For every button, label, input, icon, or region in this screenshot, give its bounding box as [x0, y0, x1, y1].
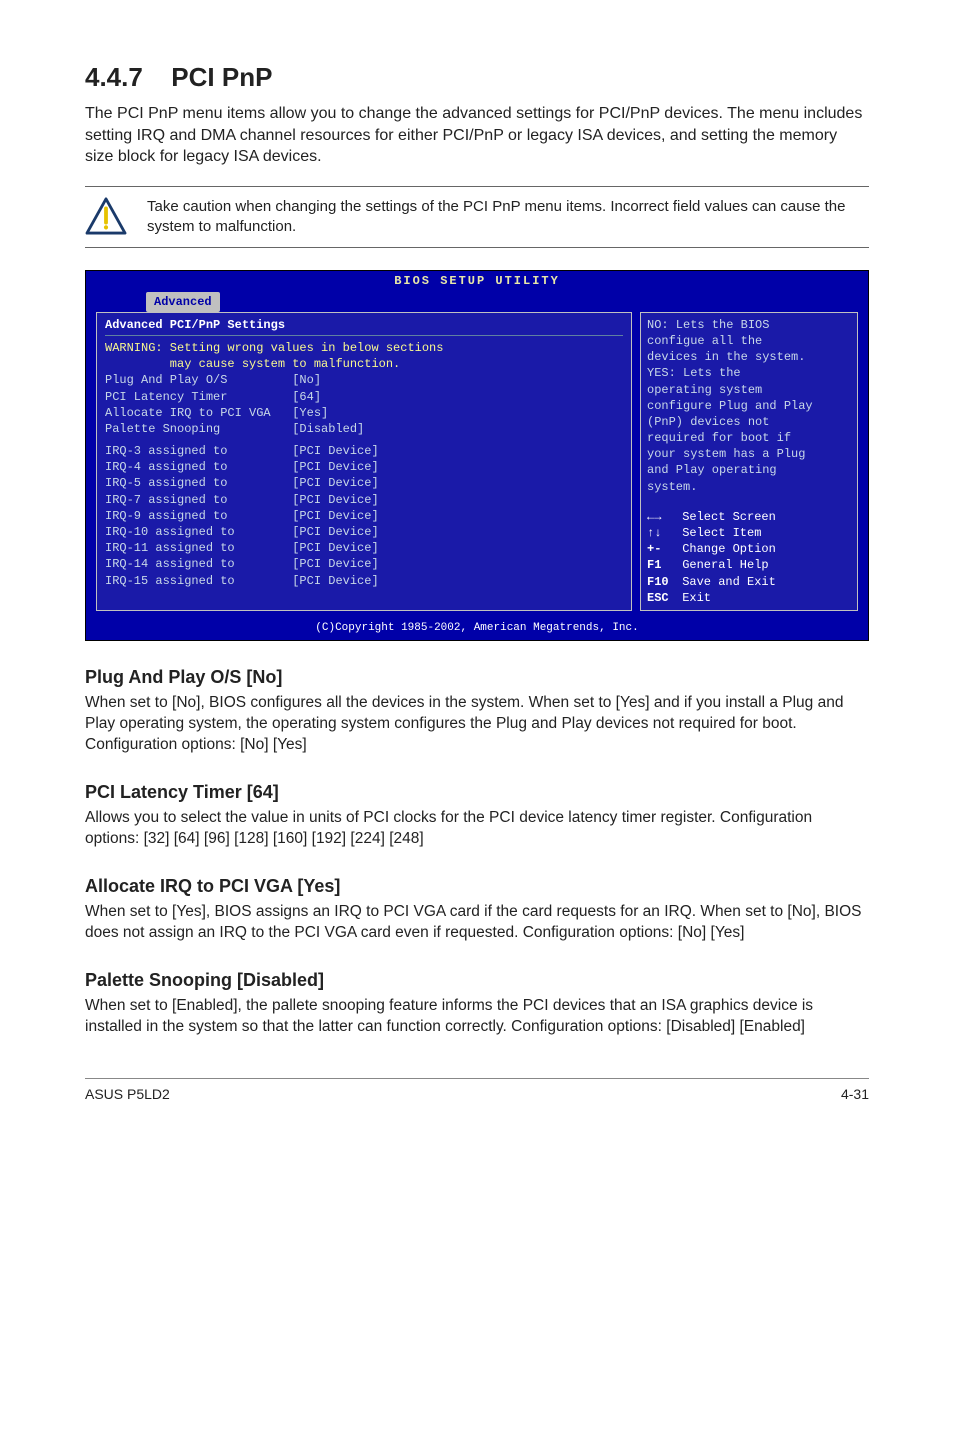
caution-text: Take caution when changing the settings … [147, 197, 869, 238]
bios-help-line: your system has a Plug [647, 446, 851, 462]
sub-latency-title: PCI Latency Timer [64] [85, 780, 869, 804]
bios-warning-line1: WARNING: Setting wrong values in below s… [105, 340, 623, 356]
section-title: PCI PnP [171, 62, 272, 92]
nav-key: ←→ [647, 509, 675, 525]
bios-help-line: and Play operating [647, 462, 851, 478]
nav-key: ↑↓ [647, 525, 675, 541]
bios-help-line: required for boot if [647, 430, 851, 446]
bios-help-line: NO: Lets the BIOS [647, 317, 851, 333]
sub-irq-title: Allocate IRQ to PCI VGA [Yes] [85, 874, 869, 898]
bios-help-line: devices in the system. [647, 349, 851, 365]
bios-help-line: YES: Lets the [647, 365, 851, 381]
bios-setting-row[interactable]: PCI Latency Timer [64] [105, 389, 623, 405]
bios-irq-row[interactable]: IRQ-5 assigned to [PCI Device] [105, 475, 623, 491]
sub-palette-text: When set to [Enabled], the pallete snoop… [85, 996, 869, 1038]
bios-irq-row[interactable]: IRQ-3 assigned to [PCI Device] [105, 443, 623, 459]
bios-help-line: operating system [647, 382, 851, 398]
sub-latency-text: Allows you to select the value in units … [85, 808, 869, 850]
sub-irq-text: When set to [Yes], BIOS assigns an IRQ t… [85, 902, 869, 944]
bios-help-line: system. [647, 479, 851, 495]
nav-label: Exit [675, 591, 711, 605]
bios-setting-row[interactable]: Allocate IRQ to PCI VGA [Yes] [105, 405, 623, 421]
bios-irq-row[interactable]: IRQ-15 assigned to [PCI Device] [105, 573, 623, 589]
bios-irq-row[interactable]: IRQ-10 assigned to [PCI Device] [105, 524, 623, 540]
bios-warning-line2: may cause system to malfunction. [105, 356, 623, 372]
bios-copyright: (C)Copyright 1985-2002, American Megatre… [86, 619, 868, 640]
bios-nav-hint: +- Change Option [647, 541, 851, 557]
footer-right: 4-31 [841, 1085, 869, 1104]
bios-nav-hint: ↑↓ Select Item [647, 525, 851, 541]
bios-window: BIOS SETUP UTILITY Advanced Advanced PCI… [85, 270, 869, 640]
intro-paragraph: The PCI PnP menu items allow you to chan… [85, 103, 869, 168]
section-heading: 4.4.7 PCI PnP [85, 60, 869, 95]
bios-left-header: Advanced PCI/PnP Settings [105, 317, 623, 333]
sub-pnp-title: Plug And Play O/S [No] [85, 665, 869, 689]
bios-nav-hint: F1 General Help [647, 557, 851, 573]
bios-setting-row[interactable]: Plug And Play O/S [No] [105, 372, 623, 388]
bios-nav-hint: ESC Exit [647, 590, 851, 606]
bios-help-pane: NO: Lets the BIOSconfigue all thedevices… [640, 312, 858, 611]
bios-irq-row[interactable]: IRQ-14 assigned to [PCI Device] [105, 556, 623, 572]
caution-box: Take caution when changing the settings … [85, 186, 869, 249]
bios-tab-advanced[interactable]: Advanced [146, 292, 220, 312]
bios-irq-row[interactable]: IRQ-7 assigned to [PCI Device] [105, 492, 623, 508]
warning-icon [85, 197, 127, 235]
nav-label: General Help [675, 558, 769, 572]
nav-label: Select Item [675, 526, 761, 540]
nav-key: +- [647, 541, 675, 557]
nav-key: F10 [647, 574, 675, 590]
section-number: 4.4.7 [85, 62, 143, 92]
nav-label: Save and Exit [675, 575, 776, 589]
bios-irq-row[interactable]: IRQ-9 assigned to [PCI Device] [105, 508, 623, 524]
bios-nav-hint: F10 Save and Exit [647, 574, 851, 590]
nav-label: Change Option [675, 542, 776, 556]
bios-irq-row[interactable]: IRQ-4 assigned to [PCI Device] [105, 459, 623, 475]
bios-left-pane: Advanced PCI/PnP Settings WARNING: Setti… [96, 312, 632, 611]
bios-help-line: configue all the [647, 333, 851, 349]
footer-left: ASUS P5LD2 [85, 1085, 170, 1104]
nav-label: Select Screen [675, 510, 776, 524]
nav-key: ESC [647, 590, 675, 606]
sub-palette-title: Palette Snooping [Disabled] [85, 968, 869, 992]
page-footer: ASUS P5LD2 4-31 [85, 1078, 869, 1104]
bios-irq-row[interactable]: IRQ-11 assigned to [PCI Device] [105, 540, 623, 556]
sub-pnp-text: When set to [No], BIOS configures all th… [85, 693, 869, 756]
bios-nav-hint: ←→ Select Screen [647, 509, 851, 525]
bios-help-line: (PnP) devices not [647, 414, 851, 430]
bios-setting-row[interactable]: Palette Snooping [Disabled] [105, 421, 623, 437]
nav-key: F1 [647, 557, 675, 573]
bios-help-line: configure Plug and Play [647, 398, 851, 414]
bios-title: BIOS SETUP UTILITY [86, 271, 868, 291]
